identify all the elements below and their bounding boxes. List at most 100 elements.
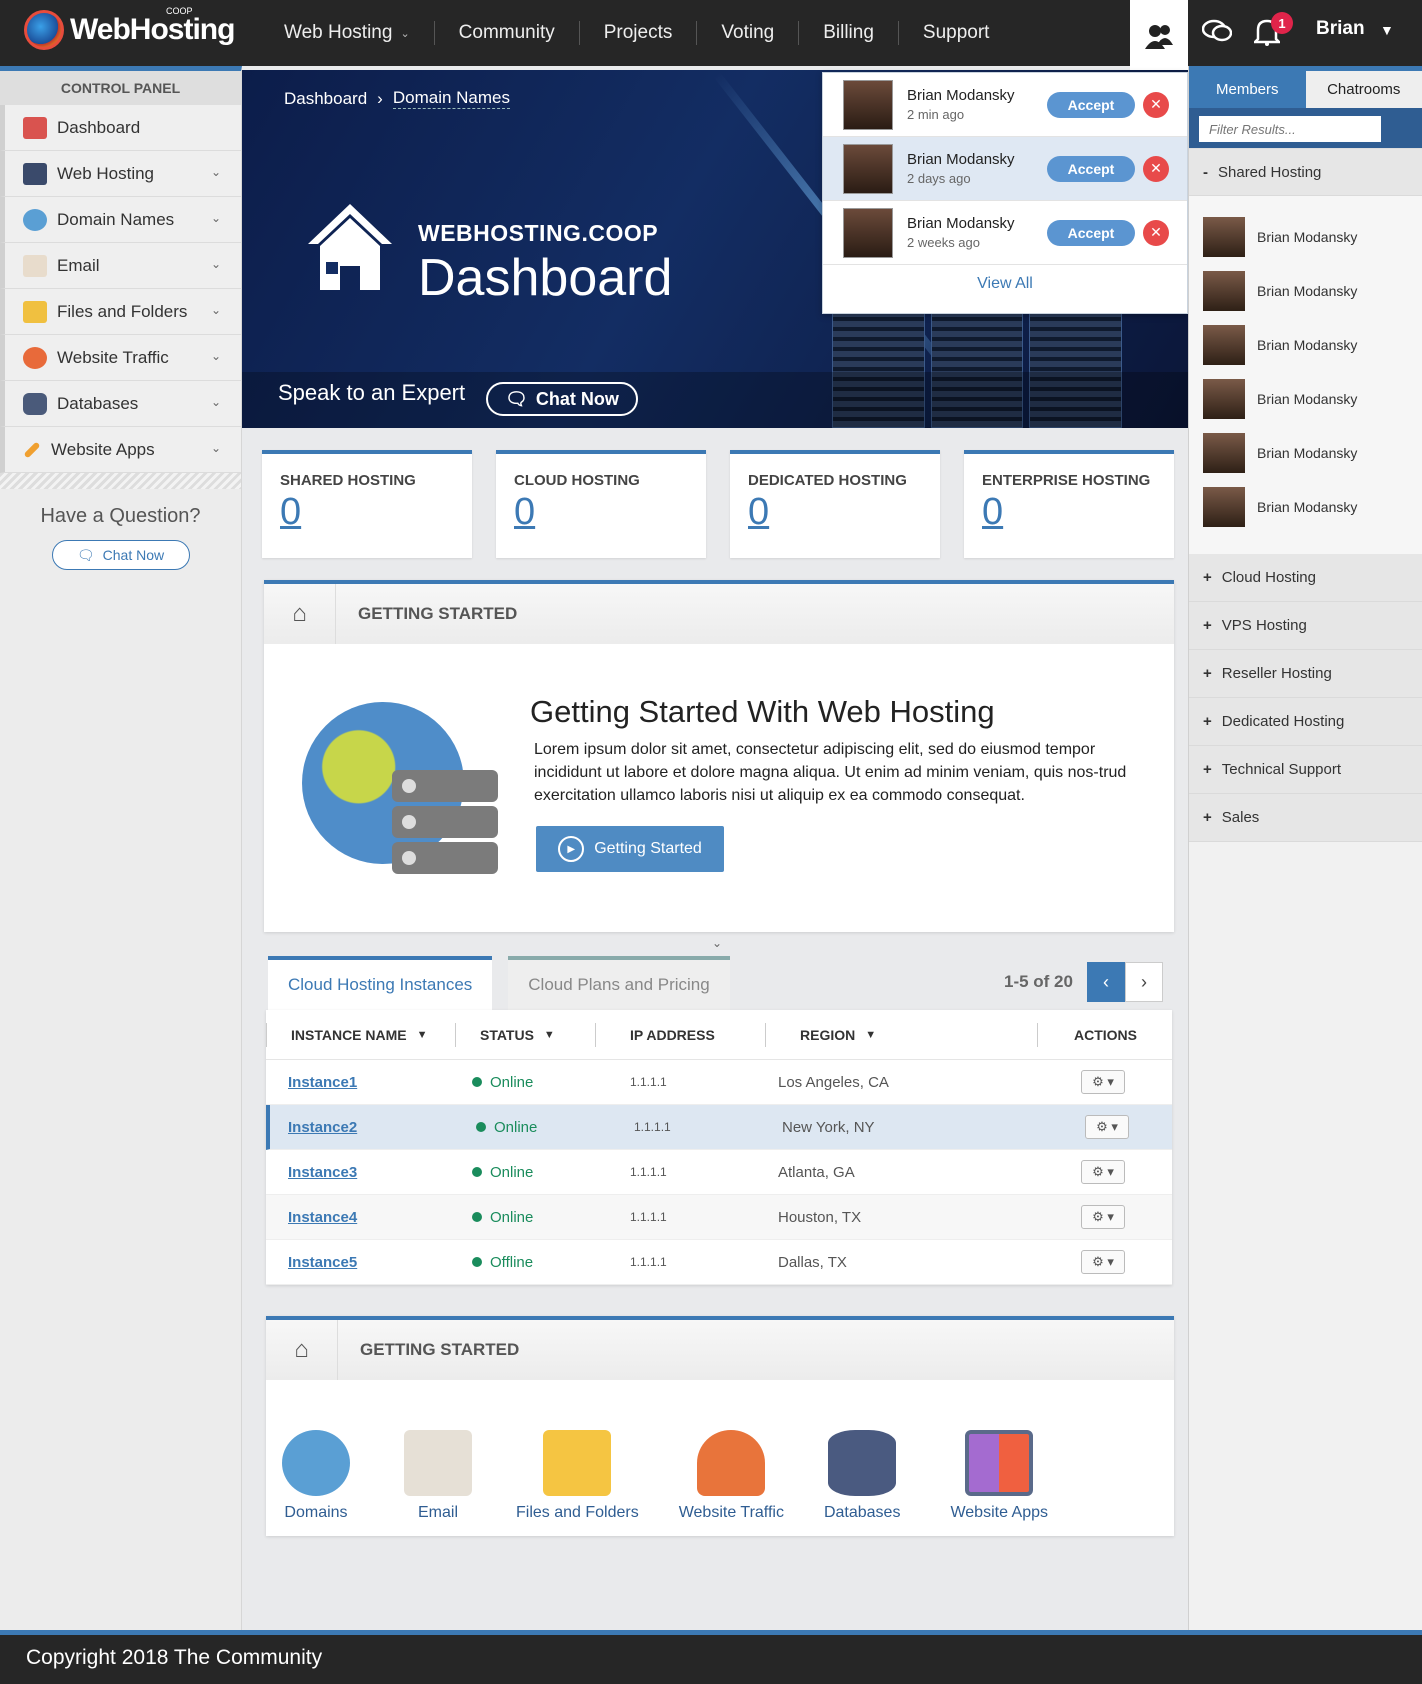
app-domains[interactable]: Domains	[282, 1430, 350, 1522]
nav-billing[interactable]: Billing	[799, 21, 899, 45]
caret-down-icon[interactable]: ▼	[1380, 22, 1394, 38]
list-item[interactable]: Brian Modansky	[1203, 210, 1422, 264]
actions-dropdown[interactable]: ⚙ ▾	[1081, 1205, 1125, 1229]
copyright: Copyright 2018 The Community	[26, 1646, 323, 1669]
divider	[0, 473, 241, 489]
getting-started-button[interactable]: ▶ Getting Started	[536, 826, 724, 872]
sidebar-item-domain-names[interactable]: Domain Names ⌄	[0, 197, 241, 243]
list-item[interactable]: Brian Modansky	[1203, 372, 1422, 426]
actions-dropdown[interactable]: ⚙ ▾	[1081, 1250, 1125, 1274]
col-region[interactable]: REGION ▼	[766, 1022, 1038, 1047]
stat-card-shared[interactable]: SHARED HOSTING 0	[262, 450, 472, 558]
stat-card-dedicated[interactable]: DEDICATED HOSTING 0	[730, 450, 940, 558]
prev-page-button[interactable]: ‹	[1086, 962, 1125, 1002]
table-row[interactable]: Instance2 Online 1.1.1.1 New York, NY ⚙ …	[266, 1105, 1172, 1150]
col-ip-address[interactable]: IP ADDRESS	[596, 1022, 766, 1047]
brand-logo[interactable]: WebHosting	[24, 10, 235, 50]
accept-button[interactable]: Accept	[1047, 155, 1135, 182]
stat-card-enterprise[interactable]: ENTERPRISE HOSTING 0	[964, 450, 1174, 558]
instance-link[interactable]: Instance1	[266, 1074, 456, 1091]
ip-cell: 1.1.1.1	[630, 1255, 667, 1269]
chat-icon[interactable]	[1201, 18, 1233, 51]
section-technical-support[interactable]: + Technical Support	[1189, 746, 1422, 794]
sidebar-chat-button[interactable]: 🗨 Chat Now	[51, 540, 190, 570]
section-label: Reseller Hosting	[1221, 665, 1332, 682]
nav-support[interactable]: Support	[899, 21, 1014, 45]
nav-voting[interactable]: Voting	[697, 21, 800, 45]
filter-input[interactable]	[1199, 116, 1381, 142]
section-cloud-hosting[interactable]: + Cloud Hosting	[1189, 554, 1422, 602]
reject-button[interactable]: ✕	[1143, 91, 1169, 118]
reject-button[interactable]: ✕	[1143, 219, 1169, 246]
avatar	[843, 207, 893, 258]
instance-link[interactable]: Instance4	[266, 1209, 456, 1226]
table-row[interactable]: Instance5 Offline 1.1.1.1 Dallas, TX ⚙ ▾	[266, 1240, 1172, 1285]
column-label: IP ADDRESS	[630, 1026, 715, 1043]
stat-value: 0	[982, 491, 1004, 533]
app-website-apps[interactable]: Website Apps	[950, 1430, 1048, 1522]
section-vps-hosting[interactable]: + VPS Hosting	[1189, 602, 1422, 650]
app-files-and-folders[interactable]: Files and Folders	[516, 1430, 639, 1522]
column-label: STATUS	[480, 1026, 534, 1043]
sidebar-item-email[interactable]: Email ⌄	[0, 243, 241, 289]
nav-community[interactable]: Community	[435, 21, 580, 45]
hero-chat-now-button[interactable]: 🗨 Chat Now	[486, 382, 638, 416]
accept-button[interactable]: Accept	[1047, 91, 1135, 118]
user-menu[interactable]: Brian	[1316, 18, 1365, 40]
tab-members[interactable]: Members	[1189, 71, 1306, 108]
breadcrumb-current[interactable]: Domain Names	[392, 88, 510, 109]
instance-link[interactable]: Instance5	[266, 1254, 456, 1271]
pagination-info: 1-5 of 20	[1004, 972, 1073, 991]
instances-table: INSTANCE NAME ▼ STATUS ▼ IP ADDRESS REGION…	[266, 1010, 1172, 1285]
view-all-link[interactable]: View All	[823, 275, 1187, 293]
sidebar-item-website-apps[interactable]: Website Apps ⌄	[0, 427, 241, 473]
list-item[interactable]: Brian Modansky	[1203, 426, 1422, 480]
sidebar-item-website-traffic[interactable]: Website Traffic ⌄	[0, 335, 241, 381]
col-status[interactable]: STATUS ▼	[456, 1022, 596, 1047]
sidebar-item-dashboard[interactable]: Dashboard	[0, 105, 241, 151]
member-name: Brian Modansky	[1257, 229, 1358, 245]
accept-button[interactable]: Accept	[1047, 219, 1135, 246]
section-sales[interactable]: + Sales	[1189, 794, 1422, 842]
instance-link[interactable]: Instance2	[270, 1119, 460, 1136]
tab-chatrooms[interactable]: Chatrooms	[1305, 71, 1422, 108]
col-instance-name[interactable]: INSTANCE NAME ▼	[266, 1022, 456, 1047]
table-row[interactable]: Instance3 Online 1.1.1.1 Atlanta, GA ⚙ ▾	[266, 1150, 1172, 1195]
app-website-traffic[interactable]: Website Traffic	[679, 1430, 784, 1522]
sidebar-item-files-and-folders[interactable]: Files and Folders ⌄	[0, 289, 241, 335]
sidebar-item-databases[interactable]: Databases ⌄	[0, 381, 241, 427]
section-reseller-hosting[interactable]: + Reseller Hosting	[1189, 650, 1422, 698]
table-row[interactable]: Instance1 Online 1.1.1.1 Los Angeles, CA…	[266, 1060, 1172, 1105]
actions-dropdown[interactable]: ⚙ ▾	[1081, 1160, 1125, 1184]
member-name: Brian Modansky	[1257, 391, 1358, 407]
reject-button[interactable]: ✕	[1143, 155, 1169, 182]
instance-link[interactable]: Instance3	[266, 1164, 456, 1181]
close-icon: ✕	[1150, 224, 1162, 240]
home-icon: ⌂	[266, 1320, 338, 1380]
section-dedicated-hosting[interactable]: + Dedicated Hosting	[1189, 698, 1422, 746]
tab-cloud-hosting-instances[interactable]: Cloud Hosting Instances	[268, 956, 493, 1010]
friend-requests-button[interactable]	[1130, 0, 1188, 72]
nav-projects[interactable]: Projects	[580, 21, 698, 45]
app-databases[interactable]: Databases	[824, 1430, 900, 1522]
chevron-right-icon: ›	[1140, 971, 1147, 992]
section-label: Dedicated Hosting	[1221, 713, 1345, 730]
list-item[interactable]: Brian Modansky	[1203, 264, 1422, 318]
sort-down-icon: ▼	[416, 1028, 428, 1041]
sidebar-item-web-hosting[interactable]: Web Hosting ⌄	[0, 151, 241, 197]
list-item[interactable]: Brian Modansky	[1203, 318, 1422, 372]
breadcrumb-dashboard[interactable]: Dashboard	[284, 89, 367, 109]
app-email[interactable]: Email	[404, 1430, 472, 1522]
nav-web-hosting[interactable]: Web Hosting ⌄	[260, 21, 435, 45]
tab-cloud-plans[interactable]: Cloud Plans and Pricing	[508, 956, 730, 1010]
stat-card-cloud[interactable]: CLOUD HOSTING 0	[496, 450, 706, 558]
list-item[interactable]: Brian Modansky	[1203, 480, 1422, 534]
nav-label: Projects	[603, 22, 673, 43]
next-page-button[interactable]: ›	[1124, 962, 1163, 1002]
section-shared-hosting[interactable]: - Shared Hosting	[1189, 148, 1422, 196]
table-row[interactable]: Instance4 Online 1.1.1.1 Houston, TX ⚙ ▾	[266, 1195, 1172, 1240]
actions-dropdown[interactable]: ⚙ ▾	[1081, 1070, 1125, 1094]
actions-dropdown[interactable]: ⚙ ▾	[1085, 1115, 1129, 1139]
chevron-down-icon[interactable]: ⌄	[712, 936, 722, 950]
column-label: ACTIONS	[1074, 1026, 1137, 1043]
